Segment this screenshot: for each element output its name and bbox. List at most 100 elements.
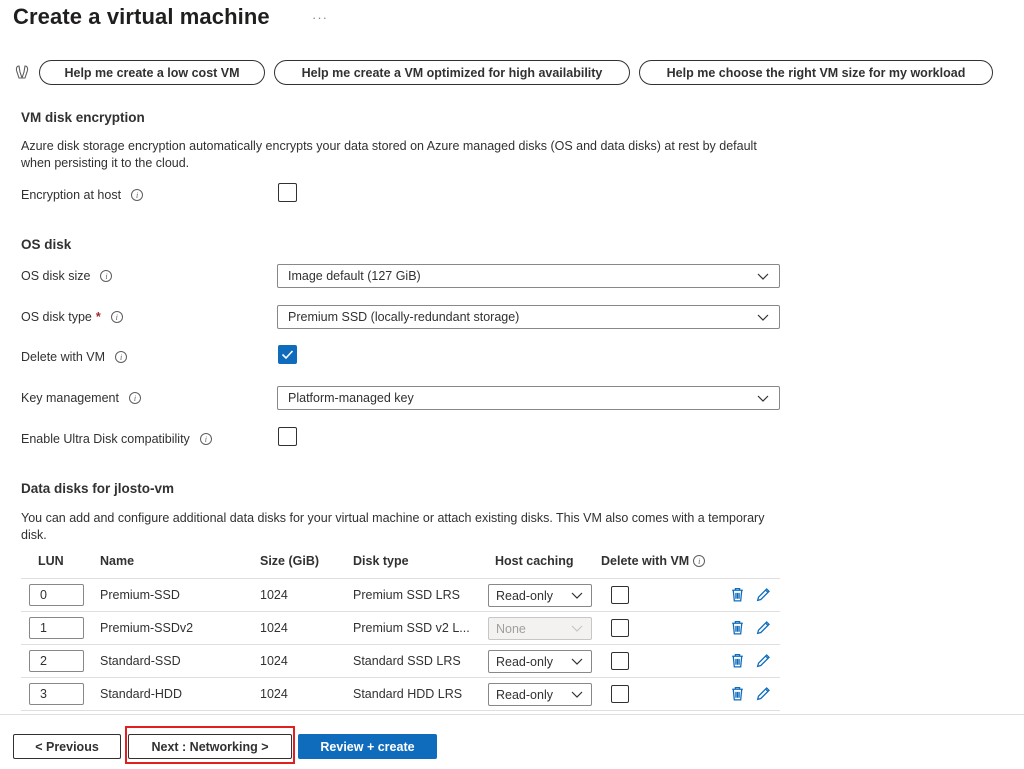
key-management-value: Platform-managed key (288, 391, 414, 405)
os-disk-heading: OS disk (21, 237, 72, 252)
chevron-down-icon (757, 273, 769, 280)
info-icon[interactable]: i (100, 270, 113, 282)
os-disk-type-select[interactable]: Premium SSD (locally-redundant storage) (277, 305, 780, 329)
checkmark-icon (281, 350, 294, 360)
info-icon[interactable]: i (115, 351, 128, 363)
host-caching-select[interactable]: Read-only (488, 650, 592, 673)
delete-with-vm-text: Delete with VM (21, 350, 106, 364)
host-caching-value: Read-only (496, 588, 553, 603)
info-icon[interactable]: i (128, 392, 141, 404)
column-header-delete-text: Delete with VM (601, 554, 690, 568)
column-header-delete-with-vm: Delete with VM i (601, 554, 706, 568)
column-header-size: Size (GiB) (260, 554, 320, 568)
host-caching-select: None (488, 617, 592, 640)
help-high-availability-button[interactable]: Help me create a VM optimized for high a… (274, 60, 630, 85)
disk-size: 1024 (260, 621, 288, 635)
key-management-text: Key management (21, 391, 119, 405)
info-icon[interactable]: i (693, 555, 706, 567)
column-header-disk-type: Disk type (353, 554, 409, 568)
disk-name: Premium-SSDv2 (100, 621, 194, 635)
info-icon[interactable]: i (131, 189, 144, 201)
disk-type: Premium SSD v2 L... (353, 621, 470, 635)
disk-encryption-description: Azure disk storage encryption automatica… (21, 139, 757, 170)
ultra-disk-checkbox[interactable] (278, 427, 297, 446)
row-divider (21, 611, 780, 612)
disk-size: 1024 (260, 588, 288, 602)
help-low-cost-vm-button[interactable]: Help me create a low cost VM (39, 60, 265, 85)
encryption-at-host-checkbox[interactable] (278, 183, 297, 202)
chevron-down-icon (571, 625, 583, 632)
chevron-down-icon (571, 592, 583, 599)
host-caching-select[interactable]: Read-only (488, 683, 592, 706)
encryption-at-host-text: Encryption at host (21, 188, 122, 202)
delete-icon[interactable] (729, 652, 746, 669)
delete-with-vm-checkbox[interactable] (611, 652, 629, 670)
os-disk-size-text: OS disk size (21, 269, 91, 283)
data-disks-description: You can add and configure additional dat… (21, 511, 765, 542)
disk-name: Standard-HDD (100, 687, 182, 701)
encryption-at-host-label: Encryption at host i (21, 188, 144, 202)
data-disks-heading: Data disks for jlosto-vm (21, 481, 175, 496)
host-caching-value: Read-only (496, 654, 553, 669)
review-create-button[interactable]: Review + create (298, 734, 437, 759)
disk-encryption-heading: VM disk encryption (21, 110, 145, 125)
disk-type: Standard SSD LRS (353, 654, 461, 668)
edit-icon[interactable] (755, 685, 772, 702)
host-caching-select[interactable]: Read-only (488, 584, 592, 607)
os-disk-size-label: OS disk size i (21, 269, 113, 283)
chevron-down-icon (757, 395, 769, 402)
copilot-icon (15, 65, 29, 79)
disk-name: Standard-SSD (100, 654, 181, 668)
row-divider (21, 677, 780, 678)
previous-button[interactable]: < Previous (13, 734, 121, 759)
delete-icon[interactable] (729, 586, 746, 603)
edit-icon[interactable] (755, 586, 772, 603)
delete-with-vm-checkbox[interactable] (611, 619, 629, 637)
row-divider (21, 578, 780, 579)
info-icon[interactable]: i (199, 433, 212, 445)
os-disk-type-text: OS disk type (21, 310, 92, 324)
row-divider (21, 710, 780, 711)
info-icon[interactable]: i (110, 311, 123, 323)
help-vm-size-button[interactable]: Help me choose the right VM size for my … (639, 60, 993, 85)
delete-with-vm-checkbox[interactable] (611, 685, 629, 703)
ultra-disk-text: Enable Ultra Disk compatibility (21, 432, 190, 446)
delete-with-vm-checkbox[interactable] (278, 345, 297, 364)
chevron-down-icon (571, 691, 583, 698)
delete-icon[interactable] (729, 619, 746, 636)
key-management-label: Key management i (21, 391, 141, 405)
ultra-disk-label: Enable Ultra Disk compatibility i (21, 432, 212, 446)
lun-input[interactable]: 3 (29, 683, 84, 705)
edit-icon[interactable] (755, 652, 772, 669)
delete-with-vm-checkbox[interactable] (611, 586, 629, 604)
lun-input[interactable]: 1 (29, 617, 84, 639)
column-header-lun: LUN (38, 554, 64, 568)
lun-input[interactable]: 2 (29, 650, 84, 672)
disk-size: 1024 (260, 654, 288, 668)
column-header-host-caching: Host caching (495, 554, 574, 568)
page-title: Create a virtual machine (13, 4, 270, 29)
disk-name: Premium-SSD (100, 588, 180, 602)
required-asterisk: * (95, 310, 101, 324)
column-header-name: Name (100, 554, 135, 568)
os-disk-size-select[interactable]: Image default (127 GiB) (277, 264, 780, 288)
disk-type: Premium SSD LRS (353, 588, 460, 602)
disk-type: Standard HDD LRS (353, 687, 463, 701)
delete-icon[interactable] (729, 685, 746, 702)
chevron-down-icon (571, 658, 583, 665)
os-disk-type-label: OS disk type * i (21, 310, 123, 324)
os-disk-size-value: Image default (127 GiB) (288, 269, 421, 283)
os-disk-type-value: Premium SSD (locally-redundant storage) (288, 310, 520, 324)
delete-with-vm-label: Delete with VM i (21, 350, 128, 364)
host-caching-value: None (496, 621, 526, 636)
row-divider (21, 644, 780, 645)
key-management-select[interactable]: Platform-managed key (277, 386, 780, 410)
highlight-box (125, 726, 295, 764)
disk-size: 1024 (260, 687, 288, 701)
footer-divider (0, 714, 1024, 715)
lun-input[interactable]: 0 (29, 584, 84, 606)
host-caching-value: Read-only (496, 687, 553, 702)
edit-icon[interactable] (755, 619, 772, 636)
chevron-down-icon (757, 314, 769, 321)
more-options-button[interactable]: ··· (312, 10, 328, 25)
